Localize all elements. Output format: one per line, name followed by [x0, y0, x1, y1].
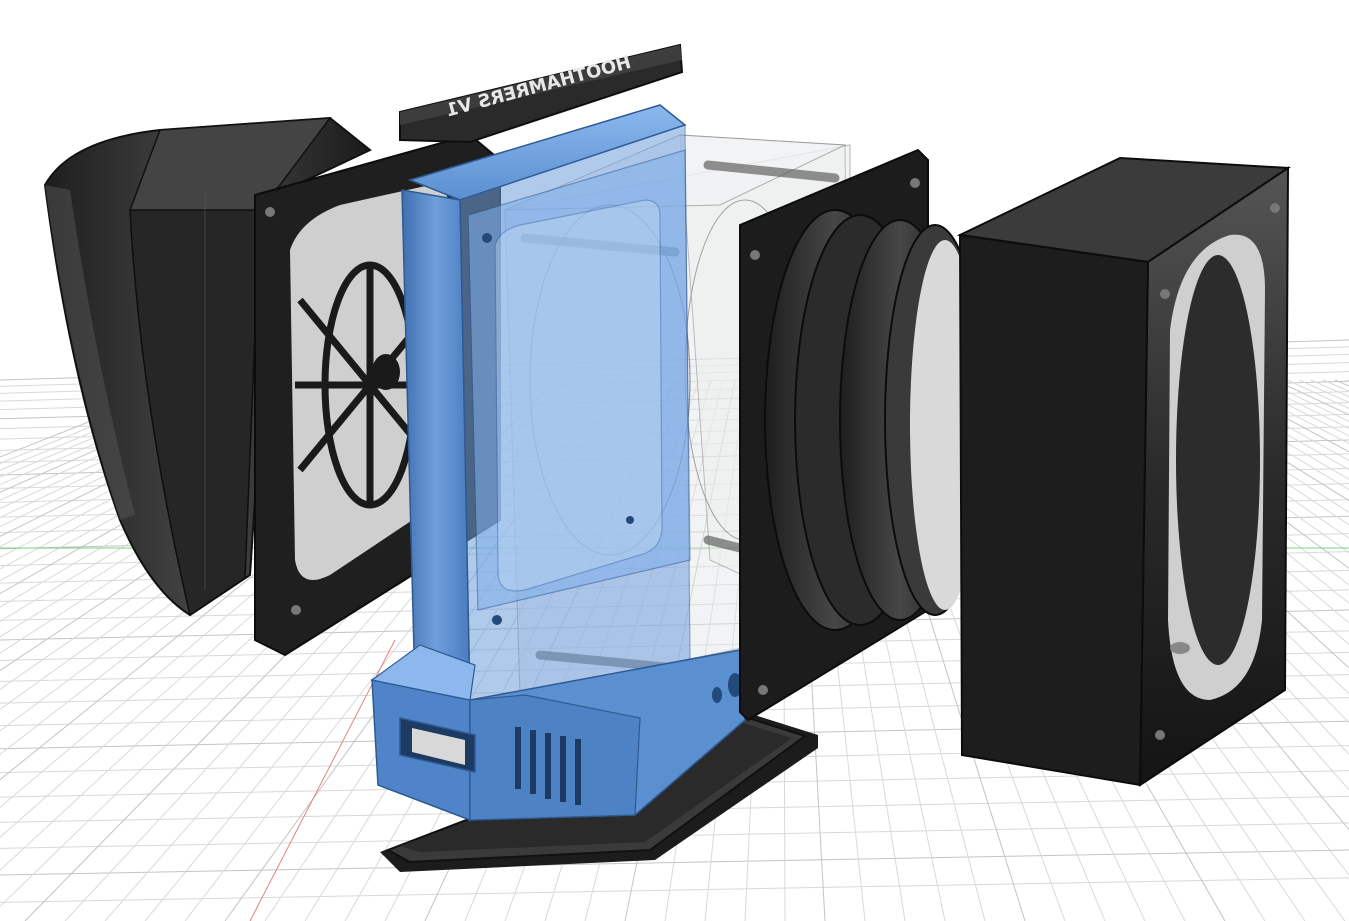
grid-line [1322, 379, 1349, 392]
right-ring-adapter[interactable] [764, 209, 986, 631]
grid-line [1298, 379, 1349, 403]
grid-line [0, 849, 1349, 876]
grid-line [1334, 379, 1349, 387]
right-fan-box[interactable] [956, 156, 1292, 787]
cad-scene[interactable]: HOOTHAMRERS V1 [0, 0, 1349, 921]
cad-3d-viewport[interactable]: HOOTHAMRERS V1 [0, 0, 1349, 921]
